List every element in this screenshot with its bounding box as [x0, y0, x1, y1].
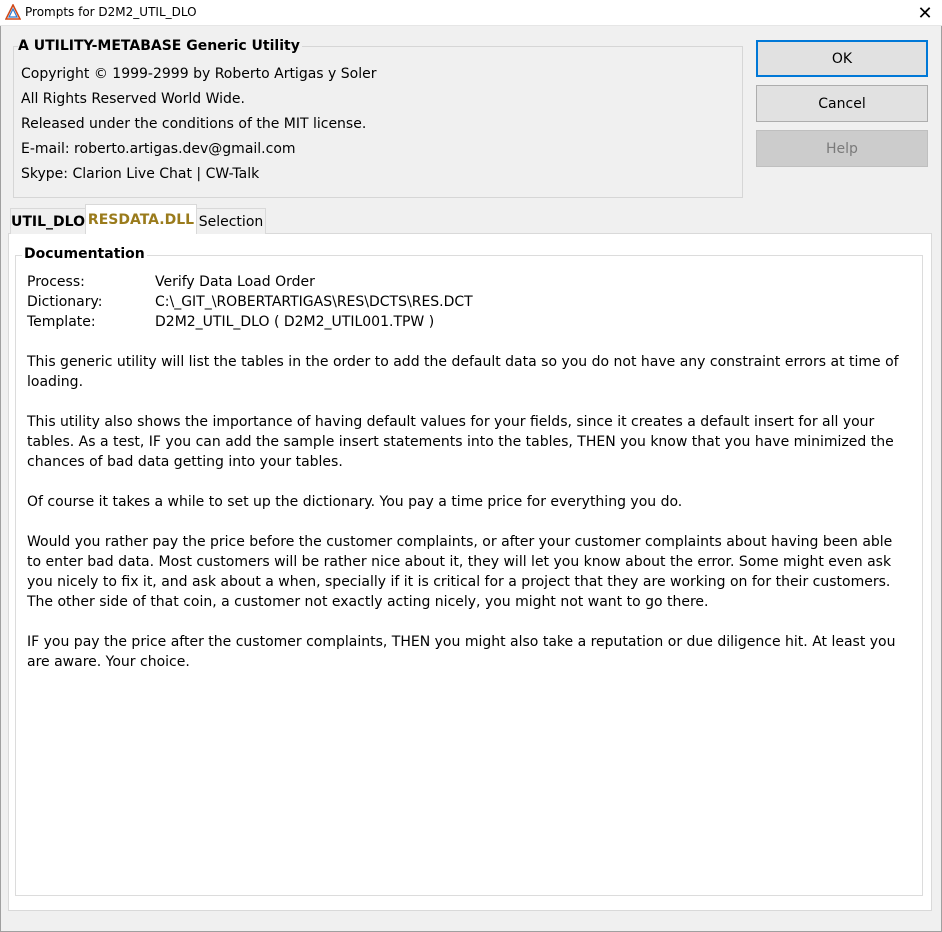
close-icon[interactable]: ✕: [908, 0, 942, 26]
template-value: D2M2_UTIL_DLO ( D2M2_UTIL001.TPW ): [155, 314, 435, 330]
dictionary-value: C:\_GIT_\ROBERTARTIGAS\RES\DCTS\RES.DCT: [155, 294, 473, 310]
doc-paragraph: Of course it takes a while to set up the…: [27, 494, 683, 510]
rights-line: All Rights Reserved World Wide.: [21, 91, 245, 107]
about-title: A UTILITY-METABASE Generic Utility: [18, 38, 302, 54]
license-line: Released under the conditions of the MIT…: [21, 116, 367, 132]
help-button: Help: [756, 130, 928, 167]
app-triangle-icon: [5, 4, 21, 20]
tab-util-dlo[interactable]: UTIL_DLO: [10, 208, 86, 234]
doc-paragraph: IF you pay the price after the customer …: [27, 634, 896, 670]
process-value: Verify Data Load Order: [155, 274, 315, 290]
title-bar: Prompts for D2M2_UTIL_DLO ✕: [0, 0, 942, 26]
tab-selection[interactable]: Selection: [196, 208, 266, 234]
template-label: Template:: [27, 314, 96, 330]
window-title: Prompts for D2M2_UTIL_DLO: [25, 5, 197, 19]
email-line: E-mail: roberto.artigas.dev@gmail.com: [21, 141, 296, 157]
skype-line: Skype: Clarion Live Chat | CW-Talk: [21, 166, 260, 182]
doc-paragraph: This generic utility will list the table…: [27, 354, 899, 390]
dictionary-label: Dictionary:: [27, 294, 103, 310]
documentation-title: Documentation: [22, 246, 147, 262]
doc-paragraph: Would you rather pay the price before th…: [27, 534, 893, 610]
doc-paragraph: This utility also shows the importance o…: [27, 414, 894, 470]
ok-button[interactable]: OK: [756, 40, 928, 77]
tab-resdata-dll[interactable]: RESDATA.DLL: [85, 204, 197, 234]
copyright-line: Copyright © 1999-2999 by Roberto Artigas…: [21, 66, 377, 82]
cancel-button[interactable]: Cancel: [756, 85, 928, 122]
process-label: Process:: [27, 274, 85, 290]
